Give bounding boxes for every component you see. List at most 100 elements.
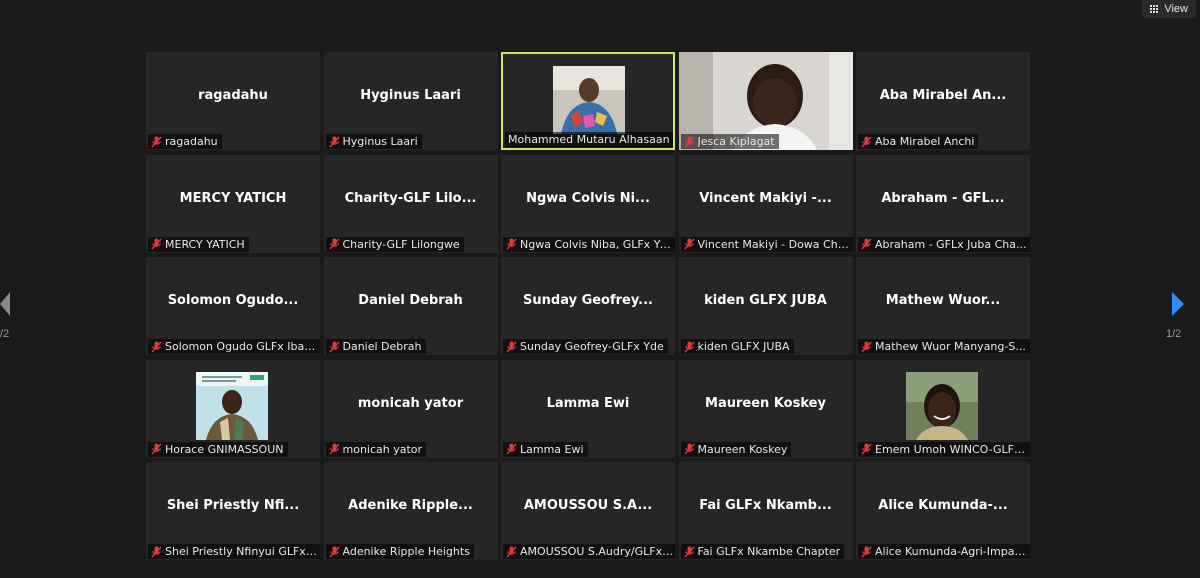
profile-picture [196, 371, 268, 440]
participant-tile[interactable]: Daniel Debrah Daniel Debrah [323, 257, 498, 355]
muted-mic-icon [328, 341, 340, 352]
muted-mic-icon [506, 238, 517, 250]
active-speaker-tile[interactable]: Mohammed Mutaru Alhasaan [501, 52, 675, 150]
participant-name-label: Daniel Debrah [325, 339, 426, 354]
participant-tile[interactable]: Emem Umoh WINCO-GLFx... [856, 359, 1030, 458]
participant-name-label: Ngwa Colvis Niba, GLFx YA... [503, 236, 675, 252]
participant-tile[interactable]: Abraham - GFL... Abraham - GFLx Juba Cha… [856, 154, 1030, 253]
participant-name-label: Abraham - GFLx Juba Cha... [858, 236, 1030, 252]
muted-mic-icon [151, 546, 162, 557]
participant-name-label: Jesca Kiplagat [680, 134, 779, 149]
participant-display-name: MERCY YATICH [179, 190, 287, 206]
participant-display-name: kiden GLFX JUBA [704, 293, 827, 308]
participant-gallery: ragadahu ragadahu Hyginus Laari Hyginus … [146, 52, 1030, 560]
participant-name-label: Sunday Geofrey-GLFx Yde [503, 339, 668, 354]
participant-name-label: Solomon Ogudo GLFx Ibad... [148, 339, 320, 354]
profile-picture [906, 371, 978, 440]
participant-name-label: Mathew Wuor Manyang-S... [858, 339, 1030, 354]
view-button-label: View [1164, 3, 1188, 15]
grid-view-icon [1150, 4, 1159, 14]
next-page-icon[interactable] [1172, 292, 1184, 316]
muted-mic-icon [683, 341, 695, 352]
participant-video [553, 66, 625, 134]
participant-display-name: Fai GLFx Nkamb... [699, 498, 832, 513]
participant-display-name: Lamma Ewi [546, 395, 630, 411]
muted-mic-icon [683, 546, 695, 557]
participant-tile[interactable]: Alice Kumunda-... Alice Kumunda-Agri-Imp… [856, 462, 1030, 560]
participant-name-label: Aba Mirabel Anchi [858, 134, 979, 149]
muted-mic-icon [506, 546, 517, 557]
participant-tile[interactable]: Fai GLFx Nkamb... Fai GLFx Nkambe Chapte… [678, 462, 853, 560]
participant-tile[interactable]: Vincent Makiyi -... Vincent Makiyi - Dow… [678, 154, 853, 253]
participant-display-name: Mathew Wuor... [885, 293, 1001, 308]
participant-display-name: Sunday Geofrey... [523, 293, 653, 308]
participant-tile[interactable]: Mathew Wuor... Mathew Wuor Manyang-S... [856, 257, 1030, 355]
participant-display-name: Abraham - GFL... [881, 190, 1005, 206]
participant-display-name: Adenike Ripple... [348, 498, 473, 513]
muted-mic-icon [861, 443, 872, 455]
participant-name-label: Emem Umoh WINCO-GLFx... [858, 441, 1030, 457]
participant-tile[interactable]: Lamma Ewi Lamma Ewi [501, 359, 675, 458]
participant-name-label: Fai GLFx Nkambe Chapter [680, 544, 845, 559]
participant-display-name: ragadahu [198, 88, 268, 103]
page-indicator-right: 1/2 [1166, 328, 1182, 340]
participant-name-label: Alice Kumunda-Agri-Impac... [858, 544, 1030, 559]
participant-name-label: monicah yator [325, 441, 427, 457]
participant-name-label: Horace GNIMASSOUN [148, 441, 288, 457]
muted-mic-icon [506, 443, 517, 455]
muted-mic-icon [861, 341, 872, 352]
participant-tile[interactable]: Charity-GLF Lilo... Charity-GLF Lilongwe [323, 154, 498, 253]
muted-mic-icon [683, 238, 695, 250]
participant-display-name: Alice Kumunda-... [878, 498, 1008, 513]
participant-name-label: Shei Priestly Nfinyui GLFx Y... [148, 544, 320, 559]
participant-tile[interactable]: Sunday Geofrey... Sunday Geofrey-GLFx Yd… [501, 257, 675, 355]
participant-tile[interactable]: Solomon Ogudo... Solomon Ogudo GLFx Ibad… [146, 257, 320, 355]
participant-tile[interactable]: MERCY YATICH MERCY YATICH [146, 154, 320, 253]
muted-mic-icon [151, 341, 162, 352]
participant-tile[interactable]: Aba Mirabel An... Aba Mirabel Anchi [856, 52, 1030, 150]
participant-display-name: Daniel Debrah [358, 293, 463, 308]
participant-display-name: Aba Mirabel An... [879, 88, 1007, 103]
participant-tile[interactable]: Ngwa Colvis Ni... Ngwa Colvis Niba, GLFx… [501, 154, 675, 253]
participant-name-label: ragadahu [148, 134, 222, 149]
participant-tile[interactable]: Adenike Ripple... Adenike Ripple Heights [323, 462, 498, 560]
participant-tile[interactable]: Jesca Kiplagat [678, 52, 853, 150]
participant-name-label: AMOUSSOU S.Audry/GLFx ... [503, 544, 675, 559]
muted-mic-icon [328, 238, 340, 250]
participant-tile[interactable]: Horace GNIMASSOUN [146, 359, 320, 458]
participant-display-name: Hyginus Laari [360, 88, 461, 103]
participant-tile[interactable]: ragadahu ragadahu [146, 52, 320, 150]
participant-name-label: MERCY YATICH [148, 236, 249, 252]
participant-name-label: Adenike Ripple Heights [325, 544, 474, 559]
muted-mic-icon [861, 136, 872, 147]
participant-display-name: Solomon Ogudo... [167, 293, 299, 308]
muted-mic-icon [328, 546, 340, 557]
previous-page-icon[interactable] [0, 292, 10, 316]
participant-name-label: kiden GLFX JUBA [680, 339, 794, 354]
participant-tile[interactable]: kiden GLFX JUBA kiden GLFX JUBA [678, 257, 853, 355]
participant-name-label: Vincent Makiyi - Dowa Cha... [680, 236, 853, 252]
view-button[interactable]: View [1142, 0, 1196, 18]
participant-name-label: Mohammed Mutaru Alhasaan [505, 132, 673, 147]
muted-mic-icon [861, 238, 872, 250]
participant-display-name: Ngwa Colvis Ni... [526, 190, 650, 206]
muted-mic-icon [506, 341, 517, 352]
participant-display-name: AMOUSSOU S.A... [523, 498, 653, 513]
participant-name-label: Lamma Ewi [503, 441, 588, 457]
participant-tile[interactable]: Shei Priestly Nfi... Shei Priestly Nfiny… [146, 462, 320, 560]
participant-display-name: Charity-GLF Lilo... [344, 190, 477, 206]
participant-name-label: Maureen Koskey [680, 441, 792, 457]
page-indicator-left: /2 [0, 328, 10, 340]
participant-tile[interactable]: Maureen Koskey Maureen Koskey [678, 359, 853, 458]
participant-tile[interactable]: AMOUSSOU S.A... AMOUSSOU S.Audry/GLFx ..… [501, 462, 675, 560]
muted-mic-icon [328, 136, 340, 147]
muted-mic-icon [861, 546, 872, 557]
participant-display-name: Vincent Makiyi -... [699, 190, 832, 206]
muted-mic-icon [151, 136, 162, 147]
participant-tile[interactable]: Hyginus Laari Hyginus Laari [323, 52, 498, 150]
muted-mic-icon [151, 238, 162, 250]
muted-mic-icon [328, 443, 340, 455]
participant-tile[interactable]: monicah yator monicah yator [323, 359, 498, 458]
muted-mic-icon [683, 136, 695, 147]
participant-display-name: Maureen Koskey [705, 395, 826, 411]
